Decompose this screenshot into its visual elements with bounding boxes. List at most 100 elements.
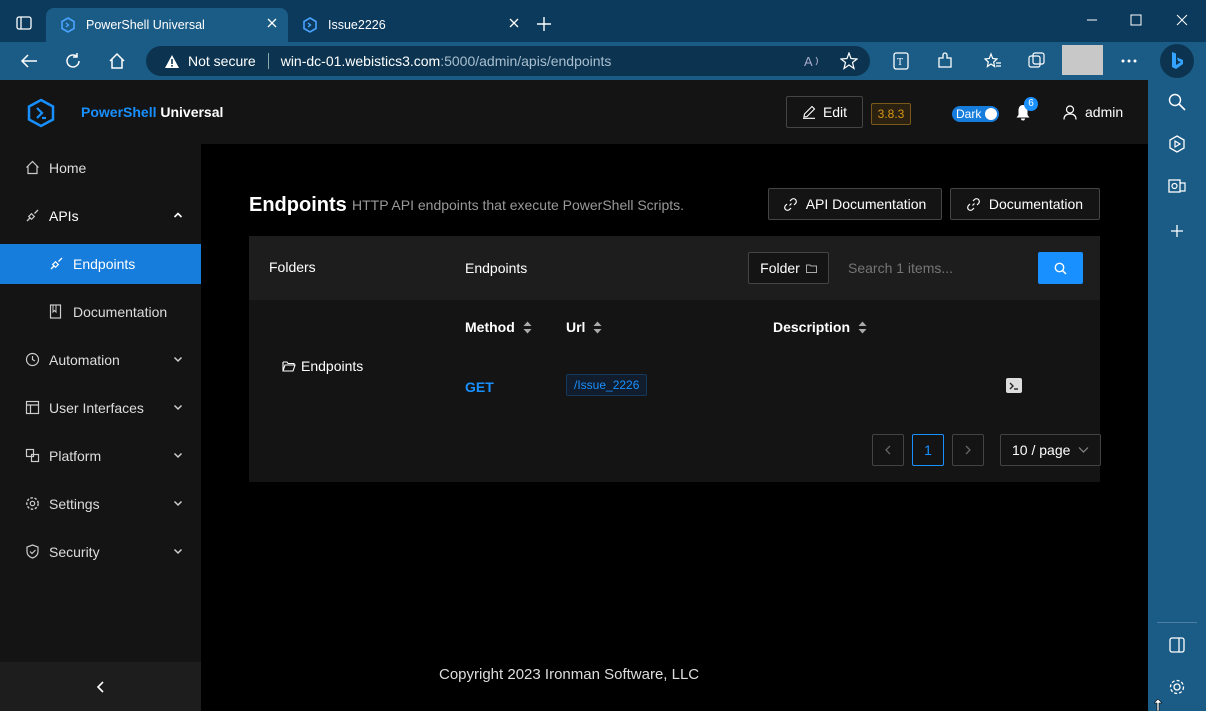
layout-icon xyxy=(25,400,40,415)
tab-issue2226[interactable]: Issue2226 xyxy=(288,8,530,42)
brand-bold: PowerShell xyxy=(81,104,157,120)
sidebar-item-user-interfaces[interactable]: User Interfaces xyxy=(0,388,201,428)
clock-icon xyxy=(25,352,40,367)
sidebar-item-platform[interactable]: Platform xyxy=(0,436,201,476)
home-icon[interactable] xyxy=(106,50,128,72)
collections-icon[interactable] xyxy=(1026,50,1048,72)
immersive-reader-icon[interactable]: T xyxy=(890,50,912,72)
sidebar-item-label: Home xyxy=(49,160,87,176)
chevron-down-icon xyxy=(173,402,183,412)
brand-rest: Universal xyxy=(156,104,224,120)
bing-icon[interactable] xyxy=(1160,44,1194,78)
browser-tab-bar: PowerShell Universal Issue2226 xyxy=(0,0,1206,42)
documentation-button[interactable]: Documentation xyxy=(950,188,1100,220)
terminal-icon[interactable] xyxy=(1006,378,1022,393)
hide-sidebar-icon[interactable] xyxy=(1166,634,1188,656)
sidebar-item-automation[interactable]: Automation xyxy=(0,340,201,380)
address-field[interactable]: Not secure win-dc-01.webistics3.com :500… xyxy=(146,46,870,76)
method-cell: GET xyxy=(465,379,494,395)
table-row[interactable]: GET /Issue_2226 xyxy=(450,354,1100,418)
page-subtitle: HTTP API endpoints that execute PowerShe… xyxy=(352,197,685,213)
column-header-description[interactable]: Description xyxy=(773,319,867,335)
button-label: Folder xyxy=(760,260,800,276)
tab-title: PowerShell Universal xyxy=(86,18,205,32)
svg-text:T: T xyxy=(897,57,903,68)
edit-icon xyxy=(802,105,816,119)
api-icon xyxy=(49,256,64,271)
page-size-select[interactable]: 10 / page xyxy=(1000,434,1101,466)
sidebar-item-label: Documentation xyxy=(73,304,168,320)
button-label: API Documentation xyxy=(805,196,927,212)
sidebar-item-documentation[interactable]: Documentation xyxy=(0,292,201,332)
sidebar-item-apis[interactable]: APIs xyxy=(0,196,201,236)
search-button[interactable] xyxy=(1038,252,1083,284)
maximize-icon[interactable] xyxy=(1130,14,1142,26)
folder-tree-item[interactable]: Endpoints xyxy=(282,358,363,374)
sidebar-item-security[interactable]: Security xyxy=(0,532,201,572)
pagination-next-button[interactable] xyxy=(952,434,984,466)
chevron-down-icon xyxy=(173,354,183,364)
endpoints-panel-header: Endpoints Folder xyxy=(450,236,1100,300)
chevron-down-icon xyxy=(173,546,183,556)
search-icon[interactable] xyxy=(1166,91,1188,113)
url-tag[interactable]: /Issue_2226 xyxy=(566,374,648,396)
refresh-icon[interactable] xyxy=(62,50,84,72)
sidebar-item-label: Endpoints xyxy=(73,256,136,272)
search-input[interactable] xyxy=(837,252,1037,284)
user-menu[interactable]: admin xyxy=(1085,104,1123,120)
psu-logo-icon[interactable] xyxy=(26,98,56,128)
pagination-page-1[interactable]: 1 xyxy=(912,434,944,466)
folder-button[interactable]: Folder xyxy=(748,252,829,284)
extensions-icon[interactable] xyxy=(934,50,956,72)
sidebar-item-label: Automation xyxy=(49,352,120,368)
sidebar-item-label: Platform xyxy=(49,448,102,464)
column-header-method[interactable]: Method xyxy=(465,319,532,335)
profile-avatar[interactable] xyxy=(1062,45,1103,75)
minimize-icon[interactable] xyxy=(1086,14,1098,26)
back-icon[interactable] xyxy=(18,50,40,72)
edit-label: Edit xyxy=(822,104,848,120)
column-header-url[interactable]: Url xyxy=(566,319,602,335)
collapse-sidebar-button[interactable] xyxy=(0,662,201,711)
psu-favicon-icon xyxy=(60,17,76,33)
tab-powershell-universal[interactable]: PowerShell Universal xyxy=(46,8,288,42)
sidebar-item-home[interactable]: Home xyxy=(0,148,201,188)
folders-panel: Folders Endpoints xyxy=(249,236,450,482)
close-icon[interactable] xyxy=(508,17,520,29)
gear-icon xyxy=(25,496,40,511)
theme-toggle[interactable]: Dark xyxy=(952,106,999,122)
tab-title: Issue2226 xyxy=(328,18,386,32)
search-icon xyxy=(1054,262,1067,275)
edge-sidebar xyxy=(1148,80,1206,711)
security-label: Not secure xyxy=(188,53,256,69)
new-tab-icon[interactable] xyxy=(536,16,552,32)
sidebar-item-settings[interactable]: Settings xyxy=(0,484,201,524)
toggle-knob xyxy=(985,108,997,120)
close-window-icon[interactable] xyxy=(1176,14,1188,26)
outlook-icon[interactable] xyxy=(1166,175,1188,197)
api-documentation-button[interactable]: API Documentation xyxy=(768,188,942,220)
table-header: Method Url Description xyxy=(450,300,1100,354)
chevron-down-icon xyxy=(173,450,183,460)
pagination-prev-button[interactable] xyxy=(872,434,904,466)
api-icon xyxy=(25,208,40,223)
favorites-icon[interactable] xyxy=(982,50,1004,72)
notification-count-badge: 6 xyxy=(1024,97,1038,111)
tab-actions-icon[interactable] xyxy=(16,16,32,30)
folder-tree: Endpoints xyxy=(249,300,450,482)
user-icon xyxy=(1063,105,1077,120)
more-icon[interactable] xyxy=(1118,50,1140,72)
gear-icon[interactable] xyxy=(1166,676,1188,698)
sidebar-item-endpoints[interactable]: Endpoints xyxy=(0,244,201,284)
add-icon[interactable] xyxy=(1166,220,1188,242)
theme-label: Dark xyxy=(956,107,982,121)
games-icon[interactable] xyxy=(1166,133,1188,155)
edit-button[interactable]: Edit xyxy=(786,96,863,128)
divider xyxy=(1157,622,1197,623)
column-label: Description xyxy=(773,319,851,335)
sort-icon xyxy=(858,321,867,334)
read-aloud-icon[interactable]: A xyxy=(804,53,822,69)
platform-icon xyxy=(25,448,40,463)
close-icon[interactable] xyxy=(266,17,278,29)
favorite-add-icon[interactable] xyxy=(840,52,858,70)
